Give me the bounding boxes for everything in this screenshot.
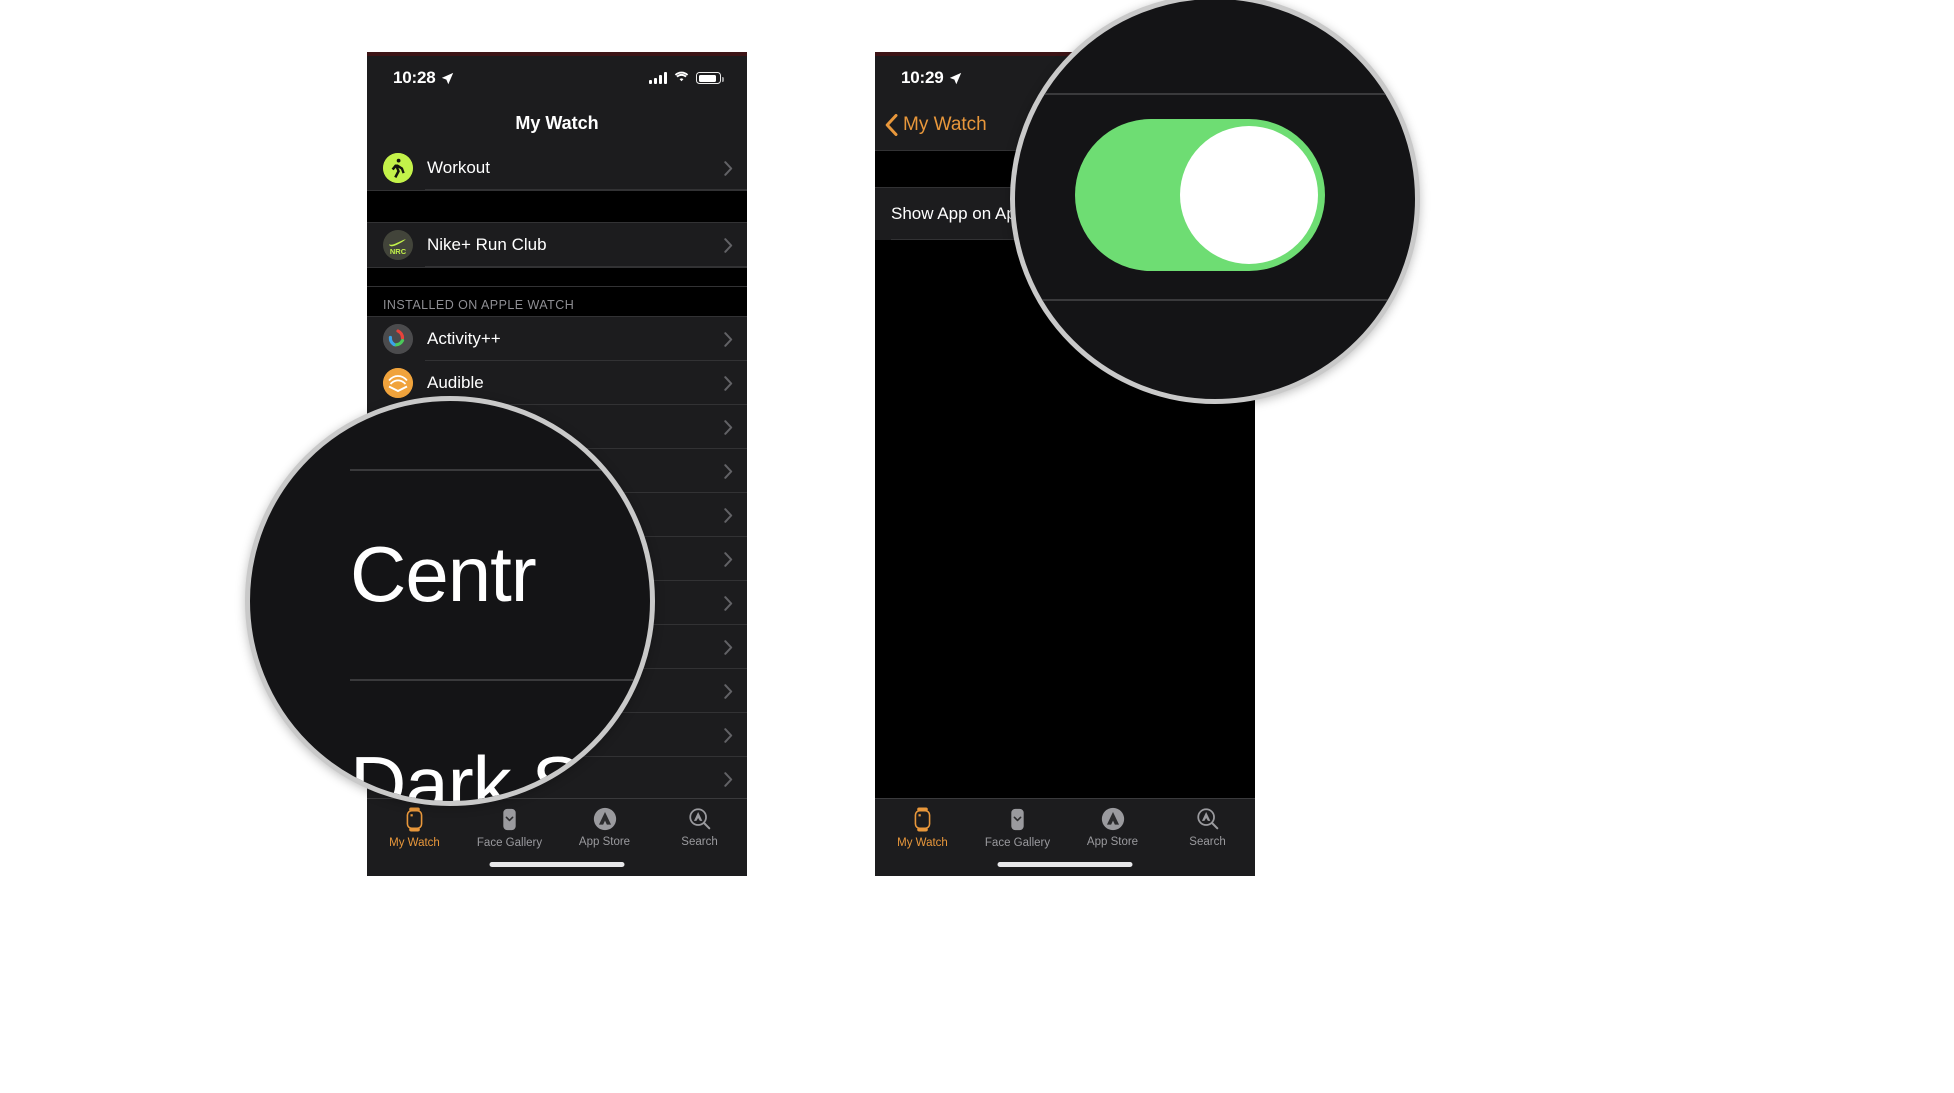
section-header-installed: INSTALLED ON APPLE WATCH bbox=[367, 287, 747, 317]
chevron-right-icon bbox=[724, 507, 733, 523]
status-time: 10:29 bbox=[901, 68, 944, 87]
status-bar: 10:28 bbox=[367, 56, 747, 100]
status-bar-left: 10:29 bbox=[901, 68, 962, 88]
list-item-label: Workout bbox=[427, 158, 490, 177]
tab-app-store[interactable]: App Store bbox=[557, 806, 652, 848]
back-button[interactable]: My Watch bbox=[885, 114, 987, 136]
list-group-gap bbox=[367, 267, 747, 287]
back-button-label: My Watch bbox=[903, 114, 987, 135]
location-arrow-icon bbox=[441, 72, 454, 85]
tab-my-watch[interactable]: My Watch bbox=[875, 806, 970, 849]
screenshot-canvas: 10:28 My Watch Workout NRC Nike+ Run Clu… bbox=[0, 0, 1954, 1093]
magnified-separator bbox=[1015, 93, 1415, 95]
list-group-gap bbox=[367, 190, 747, 223]
magnifier-content bbox=[1015, 0, 1415, 399]
tab-search[interactable]: Search bbox=[1160, 806, 1255, 848]
magnified-label-centr: Centr bbox=[350, 530, 537, 618]
location-arrow-icon bbox=[949, 72, 962, 85]
magnified-separator bbox=[1015, 299, 1415, 301]
chevron-right-icon bbox=[724, 595, 733, 611]
svg-text:NRC: NRC bbox=[390, 247, 407, 256]
watch-icon bbox=[403, 806, 426, 833]
search-icon bbox=[687, 806, 713, 832]
tab-label: App Store bbox=[578, 836, 631, 848]
navigation-bar: My Watch bbox=[367, 100, 747, 146]
home-indicator bbox=[997, 862, 1133, 867]
magnifier-content: Centr Dark S bbox=[250, 401, 650, 801]
workout-app-icon bbox=[383, 153, 413, 183]
chevron-right-icon bbox=[724, 160, 733, 176]
cellular-signal-icon bbox=[649, 72, 667, 84]
tab-label: App Store bbox=[1086, 836, 1139, 848]
app-store-icon bbox=[1100, 806, 1126, 832]
activity-plus-app-icon bbox=[383, 324, 413, 354]
magnifier-callout-centr: Centr Dark S bbox=[245, 396, 655, 806]
watch-face-icon bbox=[1006, 806, 1029, 833]
magnified-label-dark-sky: Dark S bbox=[350, 740, 583, 806]
watch-face-icon bbox=[498, 806, 521, 833]
chevron-right-icon bbox=[724, 331, 733, 347]
tab-search[interactable]: Search bbox=[652, 806, 747, 848]
chevron-right-icon bbox=[724, 463, 733, 479]
toggle-knob bbox=[1180, 126, 1318, 264]
audible-app-icon bbox=[383, 368, 413, 398]
watch-icon bbox=[911, 806, 934, 833]
chevron-right-icon bbox=[724, 237, 733, 253]
chevron-right-icon bbox=[724, 683, 733, 699]
tab-face-gallery[interactable]: Face Gallery bbox=[970, 806, 1065, 849]
magnified-separator bbox=[350, 469, 650, 471]
chevron-right-icon bbox=[724, 551, 733, 567]
list-item-label: Audible bbox=[427, 373, 484, 392]
list-item-label: Nike+ Run Club bbox=[427, 235, 547, 254]
battery-icon bbox=[696, 72, 724, 84]
wifi-icon bbox=[674, 69, 689, 87]
chevron-right-icon bbox=[724, 639, 733, 655]
status-bar-left: 10:28 bbox=[393, 68, 454, 88]
tab-label: Search bbox=[681, 836, 718, 848]
tab-label: Face Gallery bbox=[476, 837, 543, 849]
nike-run-club-app-icon: NRC bbox=[383, 230, 413, 260]
tab-face-gallery[interactable]: Face Gallery bbox=[462, 806, 557, 849]
list-item-nike-run-club[interactable]: NRC Nike+ Run Club bbox=[367, 223, 747, 267]
chevron-left-icon bbox=[885, 114, 898, 136]
magnified-separator bbox=[350, 679, 650, 681]
status-bar-right bbox=[649, 69, 724, 87]
chevron-right-icon bbox=[724, 727, 733, 743]
list-item-workout[interactable]: Workout bbox=[367, 146, 747, 190]
status-time: 10:28 bbox=[393, 68, 436, 87]
show-app-on-apple-watch-toggle[interactable] bbox=[1075, 119, 1325, 271]
tab-label: My Watch bbox=[389, 837, 440, 849]
chevron-right-icon bbox=[724, 375, 733, 391]
search-icon bbox=[1195, 806, 1221, 832]
chevron-right-icon bbox=[724, 771, 733, 787]
list-item-activity-plus[interactable]: Activity++ bbox=[367, 317, 747, 361]
tab-app-store[interactable]: App Store bbox=[1065, 806, 1160, 848]
list-item-label: Activity++ bbox=[427, 329, 501, 348]
app-store-icon bbox=[592, 806, 618, 832]
tab-label: Face Gallery bbox=[984, 837, 1051, 849]
tab-label: Search bbox=[1189, 836, 1226, 848]
tab-label: My Watch bbox=[897, 837, 948, 849]
magnifier-callout-toggle bbox=[1010, 0, 1420, 404]
home-indicator bbox=[489, 862, 625, 867]
chevron-right-icon bbox=[724, 419, 733, 435]
tab-my-watch[interactable]: My Watch bbox=[367, 806, 462, 849]
page-title: My Watch bbox=[515, 112, 599, 133]
setting-label: Show App on Ap bbox=[891, 204, 1016, 223]
